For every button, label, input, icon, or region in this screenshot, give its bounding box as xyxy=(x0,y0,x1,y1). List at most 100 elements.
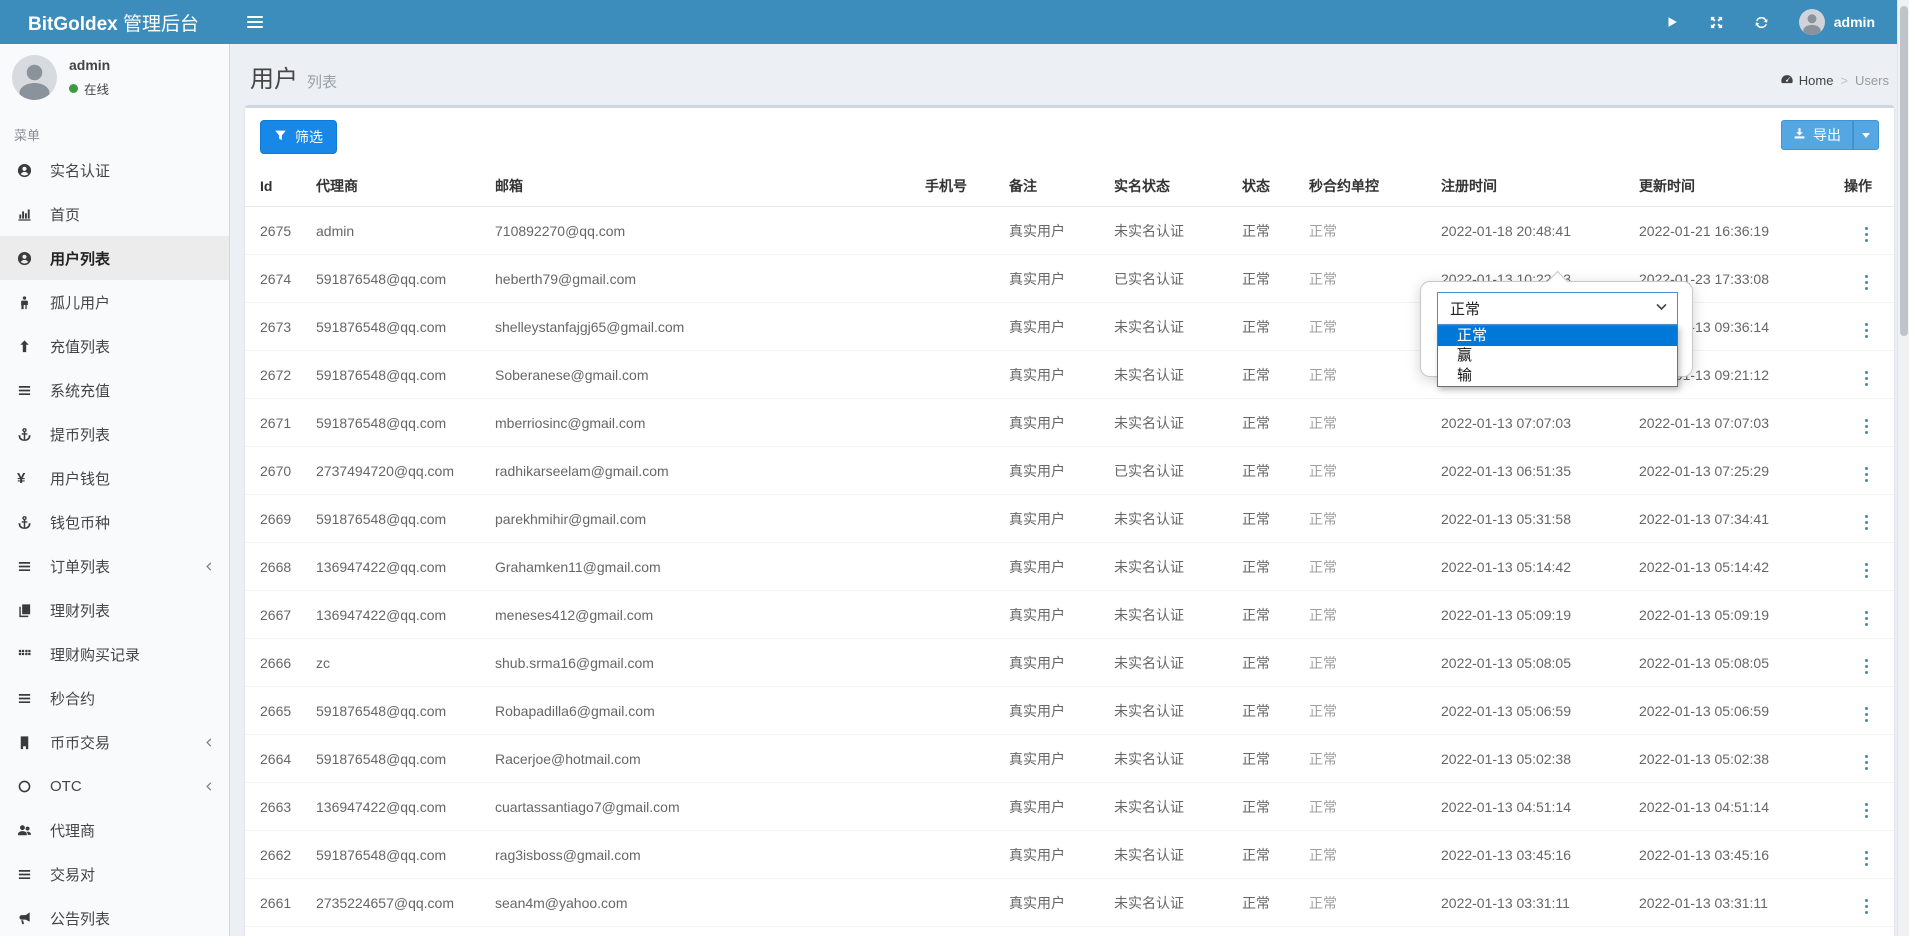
breadcrumb-home-link[interactable]: Home xyxy=(1780,72,1834,89)
contract-control-cell[interactable]: 正常 xyxy=(1301,255,1433,303)
contract-control-cell[interactable]: 正常 xyxy=(1301,879,1433,927)
fullscreen-icon[interactable] xyxy=(1709,15,1724,30)
sidebar-item-首页[interactable]: 首页 xyxy=(0,192,229,236)
contract-control-cell[interactable]: 正常 xyxy=(1301,783,1433,831)
user-badge-icon xyxy=(17,163,41,178)
row-actions-button[interactable] xyxy=(1861,369,1873,389)
brand-logo[interactable]: BitGoldex 管理后台 xyxy=(0,9,230,36)
table-row: 2669591876548@qq.comparekhmihir@gmail.co… xyxy=(245,495,1894,543)
page-scrollbar[interactable] xyxy=(1897,0,1909,936)
contract-control-cell[interactable]: 正常 xyxy=(1301,639,1433,687)
kyc-status-cell: 未实名认证 xyxy=(1106,639,1234,687)
agent-cell: 2735224657@qq.com xyxy=(308,927,487,936)
column-header: Id xyxy=(245,166,308,207)
brand-suffix: 管理后台 xyxy=(123,14,199,35)
sidebar-item-公告列表[interactable]: 公告列表 xyxy=(0,896,229,936)
created-at-cell: 2022-01-13 04:51:14 xyxy=(1433,783,1631,831)
contract-control-cell[interactable]: 正常 xyxy=(1301,303,1433,351)
contract-control-cell[interactable]: 正常 xyxy=(1301,735,1433,783)
row-actions-button[interactable] xyxy=(1861,417,1873,437)
contract-control-cell[interactable]: 正常 xyxy=(1301,447,1433,495)
sidebar-item-代理商[interactable]: 代理商 xyxy=(0,808,229,852)
remark-cell: 真实用户 xyxy=(1001,399,1106,447)
row-actions-button[interactable] xyxy=(1861,753,1873,773)
phone-cell xyxy=(917,447,1001,495)
sidebar-item-交易对[interactable]: 交易对 xyxy=(0,852,229,896)
select-option[interactable]: 输 xyxy=(1438,366,1677,386)
kyc-status-cell: 未实名认证 xyxy=(1106,399,1234,447)
updated-at-cell: 2022-01-13 05:14:42 xyxy=(1631,543,1807,591)
row-actions-button[interactable] xyxy=(1861,561,1873,581)
sidebar-item-理财购买记录[interactable]: 理财购买记录 xyxy=(0,632,229,676)
row-actions-button[interactable] xyxy=(1861,897,1873,917)
sidebar-item-币币交易[interactable]: 币币交易 xyxy=(0,720,229,764)
updated-at-cell: 2022-01-13 05:02:38 xyxy=(1631,735,1807,783)
sidebar-item-label: OTC xyxy=(50,778,82,795)
contract-control-cell[interactable]: 正常 xyxy=(1301,927,1433,936)
refresh-icon[interactable] xyxy=(1754,15,1769,30)
sidebar-item-提币列表[interactable]: 提币列表 xyxy=(0,412,229,456)
row-actions-button[interactable] xyxy=(1861,273,1873,293)
agent-cell: 591876548@qq.com xyxy=(308,255,487,303)
status-cell: 正常 xyxy=(1234,207,1301,255)
sidebar-item-系统充值[interactable]: 系统充值 xyxy=(0,368,229,412)
contract-control-cell[interactable]: 正常 xyxy=(1301,543,1433,591)
row-actions-button[interactable] xyxy=(1861,657,1873,677)
select-option[interactable]: 正常 xyxy=(1438,326,1677,346)
row-actions-button[interactable] xyxy=(1861,513,1873,533)
row-actions-button[interactable] xyxy=(1861,801,1873,821)
row-actions-button[interactable] xyxy=(1861,225,1873,245)
list-icon xyxy=(17,691,41,706)
sidebar-item-用户列表[interactable]: 用户列表 xyxy=(0,236,229,280)
contract-control-cell[interactable]: 正常 xyxy=(1301,399,1433,447)
contract-control-cell[interactable]: 正常 xyxy=(1301,207,1433,255)
contract-control-cell[interactable]: 正常 xyxy=(1301,495,1433,543)
scrollbar-thumb[interactable] xyxy=(1900,6,1908,336)
contract-control-cell[interactable]: 正常 xyxy=(1301,591,1433,639)
phone-cell xyxy=(917,495,1001,543)
sidebar-item-OTC[interactable]: OTC xyxy=(0,764,229,808)
sidebar-item-label: 用户钱包 xyxy=(50,468,110,489)
sidebar-item-理财列表[interactable]: 理财列表 xyxy=(0,588,229,632)
row-actions-button[interactable] xyxy=(1861,609,1873,629)
navbar-user-menu[interactable]: admin xyxy=(1799,9,1875,35)
row-actions-button[interactable] xyxy=(1861,849,1873,869)
agent-cell: 136947422@qq.com xyxy=(308,783,487,831)
sidebar-item-实名认证[interactable]: 实名认证 xyxy=(0,148,229,192)
actions-cell xyxy=(1807,351,1894,399)
sidebar-menu: 实名认证首页用户列表孤儿用户充值列表系统充值提币列表¥用户钱包钱包币种订单列表理… xyxy=(0,148,229,936)
sidebar-item-label: 订单列表 xyxy=(50,556,110,577)
contract-control-select[interactable]: 正常 xyxy=(1437,292,1678,325)
remark-cell: 真实用户 xyxy=(1001,543,1106,591)
export-dropdown-button[interactable] xyxy=(1853,120,1879,150)
column-header: 操作 xyxy=(1807,166,1894,207)
contract-control-cell[interactable]: 正常 xyxy=(1301,831,1433,879)
export-button[interactable]: 导出 xyxy=(1781,120,1853,150)
table-header-row: Id代理商邮箱手机号备注实名状态状态秒合约单控注册时间更新时间操作 xyxy=(245,166,1894,207)
sidebar-toggle-icon[interactable] xyxy=(247,16,263,28)
sidebar-item-钱包币种[interactable]: 钱包币种 xyxy=(0,500,229,544)
table-row: 2675admin710892270@qq.com真实用户未实名认证正常正常20… xyxy=(245,207,1894,255)
contract-control-cell[interactable]: 正常 xyxy=(1301,687,1433,735)
created-at-cell: 2022-01-18 20:48:41 xyxy=(1433,207,1631,255)
sidebar-item-孤儿用户[interactable]: 孤儿用户 xyxy=(0,280,229,324)
sidebar-item-用户钱包[interactable]: ¥用户钱包 xyxy=(0,456,229,500)
row-actions-button[interactable] xyxy=(1861,705,1873,725)
sidebar-item-充值列表[interactable]: 充值列表 xyxy=(0,324,229,368)
sidebar-item-秒合约[interactable]: 秒合约 xyxy=(0,676,229,720)
table-row: 2667136947422@qq.commeneses412@gmail.com… xyxy=(245,591,1894,639)
email-cell: Soberanese@gmail.com xyxy=(487,351,917,399)
actions-cell xyxy=(1807,927,1894,936)
filter-button[interactable]: 筛选 xyxy=(260,120,337,154)
actions-cell xyxy=(1807,879,1894,927)
select-option[interactable]: 赢 xyxy=(1438,346,1677,366)
row-actions-button[interactable] xyxy=(1861,465,1873,485)
play-icon[interactable] xyxy=(1665,15,1679,29)
column-header: 备注 xyxy=(1001,166,1106,207)
contract-control-cell[interactable]: 正常 xyxy=(1301,351,1433,399)
email-cell: sean4m@yahoo.com xyxy=(487,879,917,927)
sidebar-item-订单列表[interactable]: 订单列表 xyxy=(0,544,229,588)
created-at-cell: 2022-01-13 05:14:42 xyxy=(1433,543,1631,591)
sidebar-item-label: 代理商 xyxy=(50,820,95,841)
row-actions-button[interactable] xyxy=(1861,321,1873,341)
